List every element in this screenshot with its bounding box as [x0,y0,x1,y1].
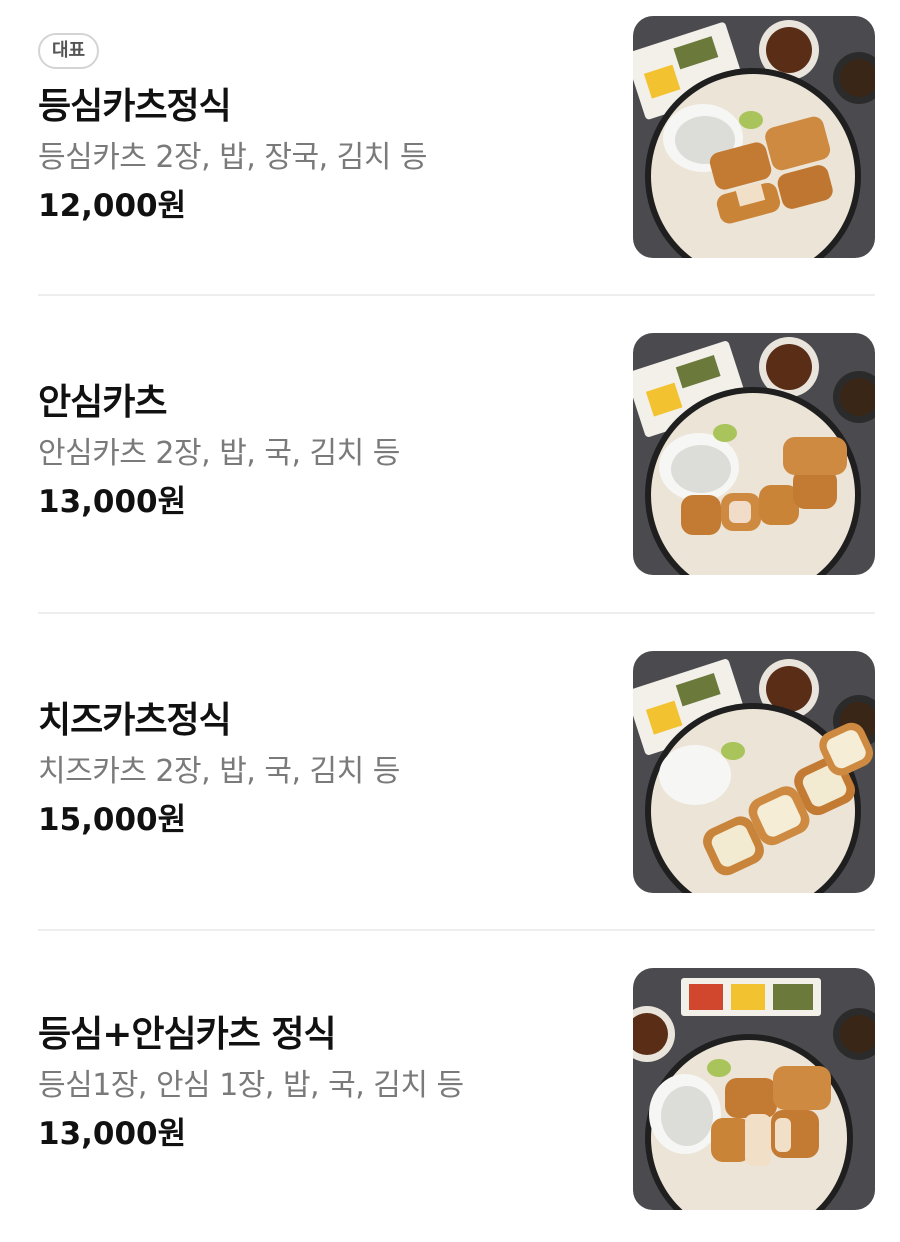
menu-item-text: 치즈카츠정식 치즈카츠 2장, 밥, 국, 김치 등 15,000원 [38,698,608,840]
menu-item-description: 등심카츠 2장, 밥, 장국, 김치 등 [38,140,427,175]
menu-item-cheese-katsu-set[interactable]: 치즈카츠정식 치즈카츠 2장, 밥, 국, 김치 등 15,000원 [0,636,900,926]
menu-item-price: 13,000원 [38,1116,187,1152]
signature-badge: 대표 [38,33,100,69]
divider [38,294,875,296]
menu-item-text: 안심카츠 안심카츠 2장, 밥, 국, 김치 등 13,000원 [38,380,608,522]
menu-item-loin-tenderloin-katsu-set[interactable]: 등심+안심카츠 정식 등심1장, 안심 1장, 밥, 국, 김치 등 13,00… [0,952,900,1242]
menu-item-loin-katsu-set[interactable]: 대표 등심카츠정식 등심카츠 2장, 밥, 장국, 김치 등 12,000원 [0,0,900,290]
menu-item-tenderloin-katsu[interactable]: 안심카츠 안심카츠 2장, 밥, 국, 김치 등 13,000원 [0,318,900,608]
menu-item-photo[interactable] [633,333,875,575]
menu-item-price: 15,000원 [38,802,187,838]
menu-item-description: 치즈카츠 2장, 밥, 국, 김치 등 [38,754,400,789]
menu-list: 대표 등심카츠정식 등심카츠 2장, 밥, 장국, 김치 등 12,000원 안… [0,0,900,1239]
menu-item-description: 안심카츠 2장, 밥, 국, 김치 등 [38,436,400,471]
divider [38,612,875,614]
menu-item-description: 등심1장, 안심 1장, 밥, 국, 김치 등 [38,1068,464,1103]
menu-item-text: 등심+안심카츠 정식 등심1장, 안심 1장, 밥, 국, 김치 등 13,00… [38,1012,608,1154]
menu-item-price: 13,000원 [38,484,187,520]
menu-item-name: 등심+안심카츠 정식 [38,1014,337,1055]
menu-item-name: 치즈카츠정식 [38,700,232,741]
menu-item-price: 12,000원 [38,188,187,224]
menu-item-photo[interactable] [633,968,875,1210]
menu-item-photo[interactable] [633,16,875,258]
menu-item-name: 안심카츠 [38,382,167,423]
menu-item-photo[interactable] [633,651,875,893]
menu-item-name: 등심카츠정식 [38,86,232,127]
menu-item-text: 등심카츠정식 등심카츠 2장, 밥, 장국, 김치 등 12,000원 [38,84,608,226]
divider [38,929,875,931]
